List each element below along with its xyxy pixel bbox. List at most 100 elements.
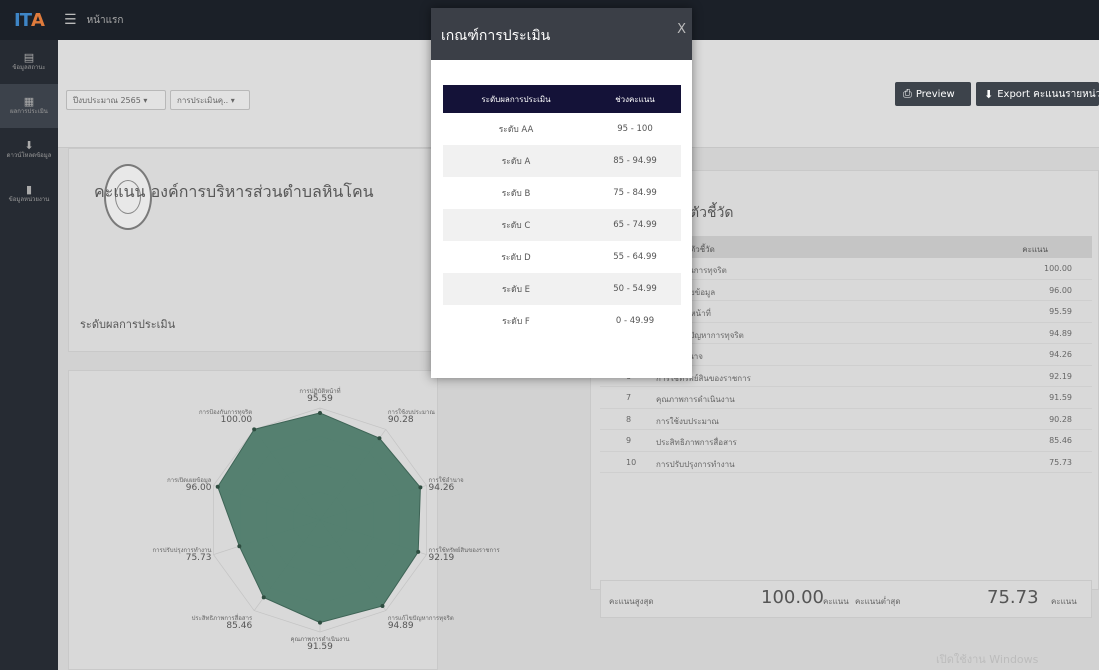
radar-point — [418, 485, 423, 490]
sidebar-item-label: ผลการประเมิน — [10, 108, 48, 116]
range-cell: 0 - 49.99 — [589, 305, 681, 337]
criteria-table: ระดับผลการประเมิน ช่วงคะแนน ระดับ AA 95 -… — [443, 85, 681, 337]
level-cell: ระดับ C — [443, 209, 589, 241]
sidebar-item-status[interactable]: ▤ ข้อมูลสถานะ — [0, 40, 58, 84]
level-cell: ระดับ B — [443, 177, 589, 209]
app-window: IT A ☰ หน้าแรก ▤ ข้อมูลสถานะ ▦ ผลการประเม… — [0, 0, 1099, 670]
radar-value-label: 95.59 — [307, 394, 333, 404]
hamburger-menu-icon[interactable]: ☰ — [64, 12, 77, 28]
breadcrumb[interactable]: หน้าแรก — [87, 13, 124, 28]
modal-title: เกณฑ์การประเมิน — [441, 28, 551, 44]
col-indicator: ตัวชี้วัด — [690, 245, 715, 254]
sidebar-item-results[interactable]: ▦ ผลการประเมิน — [0, 84, 58, 128]
col-range: ช่วงคะแนน — [589, 85, 681, 113]
radar-area — [217, 412, 421, 624]
range-cell: 50 - 54.99 — [589, 273, 681, 305]
table-row: ระดับ A 85 - 94.99 — [443, 145, 681, 177]
row-score: 96.00 — [1049, 285, 1072, 295]
sidebar-item-agency[interactable]: ▮ ข้อมูลหน่วยงาน — [0, 172, 58, 216]
row-score: 95.59 — [1049, 307, 1072, 316]
table-row: 10 การปรับปรุงการทำงาน 75.73 — [600, 452, 1092, 473]
row-indicator: การใช้งบประมาณ — [656, 416, 719, 426]
sidebar-item-download[interactable]: ⬇ ดาวน์โหลดข้อมูล — [0, 128, 58, 172]
radar-value-label: 94.26 — [428, 483, 455, 494]
level-cell: ระดับ E — [443, 273, 589, 305]
level-label: ระดับผลการประเมิน — [80, 318, 176, 331]
row-score: 85.46 — [1049, 436, 1072, 445]
radar-value-label: 85.46 — [226, 620, 253, 631]
level-cell: ระดับ D — [443, 241, 589, 273]
range-cell: 55 - 64.99 — [589, 241, 681, 273]
modal-header: เกณฑ์การประเมิน X — [431, 8, 692, 60]
table-row: ระดับ B 75 - 84.99 — [443, 177, 681, 209]
radar-point — [318, 410, 322, 415]
table-row: 9 ประสิทธิภาพการสื่อสาร 85.46 — [600, 430, 1092, 452]
indicator-title: ตัวชี้วัด — [690, 205, 734, 221]
row-number: 9 — [626, 436, 632, 445]
level-cell: ระดับ AA — [443, 113, 589, 145]
radar-value-label: 94.89 — [387, 620, 414, 631]
sidebar-item-label: ข้อมูลหน่วยงาน — [8, 196, 50, 204]
eval-type-select[interactable]: การประเมินคุ.. ▾ — [170, 90, 250, 110]
sidebar-item-label: ข้อมูลสถานะ — [12, 64, 46, 72]
row-number: 10 — [626, 457, 637, 467]
row-score: 75.73 — [1049, 457, 1072, 467]
row-indicator: ประสิทธิภาพการสื่อสาร — [656, 438, 737, 447]
logo[interactable]: IT A — [0, 0, 58, 40]
logo-text-a: IT — [14, 9, 32, 31]
radar-point — [318, 620, 322, 625]
export-button[interactable]: ⬇ Export คะแนนรายหน่วยงาน — [976, 82, 1099, 106]
table-row: ระดับ AA 95 - 100 — [443, 113, 681, 145]
radar-value-label: 75.73 — [185, 552, 212, 563]
row-score: 94.89 — [1049, 328, 1072, 338]
sidebar-item-label: ดาวน์โหลดข้อมูล — [6, 152, 52, 160]
printer-icon: ⎙ — [903, 87, 912, 100]
sidebar: ▤ ข้อมูลสถานะ ▦ ผลการประเมิน ⬇ ดาวน์โหลด… — [0, 40, 58, 670]
row-score: 94.26 — [1049, 350, 1072, 359]
radar-point — [380, 603, 385, 608]
radar-point — [261, 595, 266, 600]
radar-point — [416, 549, 421, 554]
logo-text-b: A — [31, 9, 45, 31]
col-level: ระดับผลการประเมิน — [443, 85, 589, 113]
radar-point — [377, 436, 382, 441]
row-number: 7 — [626, 393, 632, 402]
max-score-unit: คะแนน — [823, 597, 849, 606]
radar-value-label: 96.00 — [185, 483, 212, 494]
range-cell: 65 - 74.99 — [589, 209, 681, 241]
row-score: 92.19 — [1049, 371, 1072, 381]
row-score: 90.28 — [1049, 414, 1072, 424]
table-row: ระดับ E 50 - 54.99 — [443, 273, 681, 305]
preview-button[interactable]: ⎙ Preview — [895, 82, 971, 106]
download-icon: ⬇ — [24, 139, 34, 153]
range-cell: 95 - 100 — [589, 113, 681, 145]
score-summary: คะแนนสูงสุด 100.00 คะแนน คะแนนต่ำสุด 75.… — [600, 580, 1092, 618]
criteria-rows: ระดับ AA 95 - 100 ระดับ A 85 - 94.99 ระดับ B… — [443, 113, 681, 337]
radar-value-label: 90.28 — [387, 415, 414, 426]
close-icon[interactable]: X — [677, 22, 686, 37]
radar-value-label: 92.19 — [428, 552, 455, 563]
radar-value-label: 91.59 — [307, 642, 333, 652]
radar-point — [215, 484, 220, 489]
level-cell: ระดับ A — [443, 145, 589, 177]
radar-value-label: 100.00 — [220, 415, 253, 426]
range-cell: 75 - 84.99 — [589, 177, 681, 209]
level-cell: ระดับ F — [443, 305, 589, 337]
min-score-label: คะแนนต่ำสุด — [855, 597, 901, 606]
table-row: ระดับ C 65 - 74.99 — [443, 209, 681, 241]
year-select[interactable]: ปีงบประมาณ 2565 ▾ — [66, 90, 166, 110]
criteria-modal: เกณฑ์การประเมิน X ระดับผลการประเมิน ช่วง… — [431, 8, 692, 378]
doc-icon: ▦ — [23, 95, 35, 109]
score-title: คะแนน องค์การบริหารส่วนตำบลหินโคน — [94, 182, 374, 201]
preview-button-label: Preview — [915, 88, 955, 100]
export-button-label: Export คะแนนรายหน่วยงาน — [997, 88, 1099, 100]
row-score: 91.59 — [1049, 393, 1072, 402]
row-number: 8 — [626, 414, 632, 424]
row-indicator: คุณภาพการดำเนินงาน — [656, 395, 735, 404]
table-row: 8 การใช้งบประมาณ 90.28 — [600, 409, 1092, 430]
table-row: ระดับ D 55 - 64.99 — [443, 241, 681, 273]
download-icon: ⬇ — [984, 87, 994, 101]
table-row: ระดับ F0 - 49.99 — [443, 305, 681, 337]
chart-icon: ▤ — [23, 51, 35, 65]
table-row: 7 คุณภาพการดำเนินงาน 91.59 — [600, 387, 1092, 409]
